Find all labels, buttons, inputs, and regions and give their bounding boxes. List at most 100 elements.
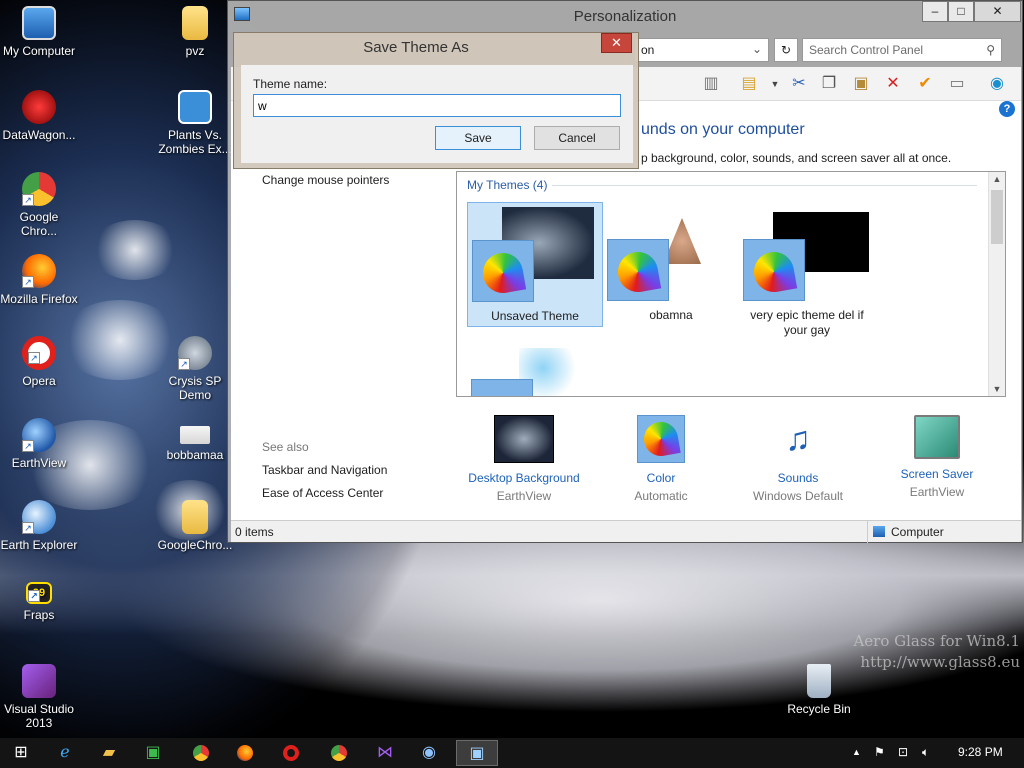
flag-icon[interactable]: ⚑: [874, 745, 885, 759]
layout-icon[interactable]: ▥: [699, 72, 723, 96]
clock-time[interactable]: 9:28 PM: [958, 745, 1003, 759]
taskbar-chrome-icon[interactable]: [182, 740, 220, 766]
screen-saver-link[interactable]: Screen Saver: [872, 467, 1002, 481]
earthview-icon: ↗: [22, 418, 56, 452]
theme-list-scrollbar[interactable]: ▲ ▼: [988, 172, 1005, 396]
search-icon: ⚲: [986, 43, 995, 57]
taskbar-opera-icon[interactable]: [272, 740, 310, 766]
see-also-heading: See also: [262, 440, 309, 454]
theme-name-label: Theme name:: [253, 77, 328, 91]
sounds-setting[interactable]: ♫ Sounds Windows Default: [733, 415, 863, 507]
desktop-background-setting[interactable]: Desktop Background EarthView: [459, 415, 589, 507]
desktop-icon-earth-explorer[interactable]: ↗ Earth Explorer: [0, 500, 78, 552]
scrollbar-thumb[interactable]: [991, 190, 1003, 244]
desktop-background-link[interactable]: Desktop Background: [459, 471, 589, 485]
desktop-icon-earthview[interactable]: ↗ EarthView: [0, 418, 78, 470]
desktop-icon-fraps[interactable]: 99↗ Fraps: [0, 582, 78, 622]
globe-icon: ↗: [22, 500, 56, 534]
sounds-link[interactable]: Sounds: [733, 471, 863, 485]
theme-name-input[interactable]: [253, 94, 621, 117]
taskbar: ⊞ ℯ ▰ ▣ ⋈ ◉ ▣ ▲ ⚑ ⊡ 🔈︎ 9:28 PM: [0, 738, 1024, 768]
theme-item-very-epic[interactable]: very epic theme del if your gay: [739, 202, 875, 337]
save-button[interactable]: Save: [435, 126, 521, 150]
dropdown-arrow-icon[interactable]: ▼: [763, 72, 787, 96]
network-icon[interactable]: ⊡: [898, 745, 908, 759]
minimize-button[interactable]: –: [922, 1, 948, 22]
cut-icon[interactable]: ✂: [787, 72, 811, 96]
change-mouse-pointers-link[interactable]: Change mouse pointers: [262, 173, 389, 187]
desktop-icon-pvz-ex[interactable]: Plants Vs. Zombies Ex...: [156, 90, 234, 156]
desktop-icon-opera[interactable]: ↗ Opera: [0, 336, 78, 388]
taskbar-navigation-link[interactable]: Taskbar and Navigation: [262, 463, 387, 477]
taskbar-firefox-icon[interactable]: [226, 740, 264, 766]
desktop-icon-google-chrome[interactable]: ↗ Google Chro...: [0, 172, 78, 238]
window-titlebar[interactable]: Personalization – □ ✕: [228, 1, 1022, 31]
desktop-icon-visual-studio[interactable]: Visual Studio 2013: [0, 664, 78, 730]
paste-icon[interactable]: ▣: [849, 72, 873, 96]
shortcut-arrow-icon: ↗: [28, 590, 40, 602]
screen-saver-setting[interactable]: Screen Saver EarthView: [872, 415, 1002, 503]
desktop-icon-bobbamaa[interactable]: bobbamaa: [156, 426, 234, 462]
theme-name: very epic theme del if your gay: [750, 308, 864, 337]
taskbar-globe-icon[interactable]: ◉: [410, 740, 448, 766]
taskbar-ie-icon[interactable]: ℯ: [46, 740, 84, 766]
scroll-up-icon[interactable]: ▲: [989, 174, 1005, 184]
maximize-button[interactable]: □: [948, 1, 974, 22]
chevron-down-icon[interactable]: ⌄: [752, 42, 762, 56]
ease-of-access-link[interactable]: Ease of Access Center: [262, 486, 383, 500]
dialog-title: Save Theme As: [363, 39, 469, 56]
watermark-url: http://www.glass8.eu: [860, 653, 1020, 671]
address-bar[interactable]: on ⌄: [634, 38, 769, 62]
page-subheading: p background, color, sounds, and screen …: [641, 151, 952, 165]
sounds-icon: ♫: [785, 420, 811, 458]
taskbar-visual-studio-icon[interactable]: ⋈: [366, 740, 404, 766]
start-button[interactable]: ⊞: [2, 740, 40, 766]
copy-icon[interactable]: ❐: [817, 72, 841, 96]
desktop-icon-crysis[interactable]: ↗ Crysis SP Demo: [156, 336, 234, 402]
properties-icon[interactable]: ▤: [737, 72, 761, 96]
help-icon[interactable]: ?: [999, 101, 1015, 117]
search-input[interactable]: Search Control Panel ⚲: [802, 38, 1002, 62]
desktop-icon-my-computer[interactable]: My Computer: [0, 6, 78, 58]
theme-list[interactable]: My Themes (4) Unsaved Theme obamna very …: [456, 171, 1006, 397]
color-setting[interactable]: Color Automatic: [596, 415, 726, 507]
taskbar-chrome2-icon[interactable]: [320, 740, 358, 766]
desktop-icon-label: Opera: [22, 374, 56, 388]
color-palette-icon: [743, 239, 805, 301]
desktop-background-icon: [494, 415, 554, 463]
dialog-close-button[interactable]: ✕: [601, 33, 632, 53]
rename-icon[interactable]: ▭: [945, 72, 969, 96]
folder-icon: [182, 6, 208, 40]
theme-item-unsaved[interactable]: Unsaved Theme: [467, 202, 603, 327]
taskbar-personalization-icon[interactable]: ▣: [456, 740, 498, 766]
taskbar-explorer-icon[interactable]: ▰: [90, 740, 128, 766]
page-heading: unds on your computer: [641, 121, 805, 138]
qbittorrent-icon: [178, 90, 212, 124]
refresh-button[interactable]: ↻: [774, 38, 798, 62]
delete-icon[interactable]: ✕: [881, 72, 905, 96]
close-button[interactable]: ✕: [974, 1, 1021, 22]
checkmark-icon[interactable]: ✔: [913, 72, 937, 96]
screen-saver-value: EarthView: [909, 485, 965, 499]
globe-icon[interactable]: ◉: [985, 72, 1009, 96]
theme-item-obamna[interactable]: obamna: [603, 202, 739, 327]
desktop-icon-pvz[interactable]: pvz: [156, 6, 234, 58]
computer-icon: [22, 6, 56, 40]
dialog-body: Theme name: Save Cancel: [241, 65, 633, 163]
taskbar-store-icon[interactable]: ▣: [134, 740, 172, 766]
desktop-icon-googlechro[interactable]: GoogleChro...: [156, 500, 234, 552]
status-item-count: 0 items: [235, 525, 274, 539]
show-hidden-icons-icon[interactable]: ▲: [852, 747, 861, 757]
scroll-down-icon[interactable]: ▼: [989, 384, 1005, 394]
desktop-icon-firefox[interactable]: ↗ Mozilla Firefox: [0, 254, 78, 306]
windows-logo-icon: ⊞: [14, 744, 28, 761]
visual-studio-icon: [22, 664, 56, 698]
desktop-icon-datawagon[interactable]: DataWagon...: [0, 90, 78, 142]
cancel-button[interactable]: Cancel: [534, 126, 620, 150]
volume-icon[interactable]: 🔈︎: [922, 745, 929, 760]
theme-item-fourth[interactable]: [467, 342, 603, 396]
desktop-icon-label: Earth Explorer: [0, 538, 78, 552]
desktop-icon-recycle-bin[interactable]: Recycle Bin: [780, 664, 858, 716]
color-link[interactable]: Color: [596, 471, 726, 485]
desktop-icon-label: My Computer: [2, 44, 76, 58]
